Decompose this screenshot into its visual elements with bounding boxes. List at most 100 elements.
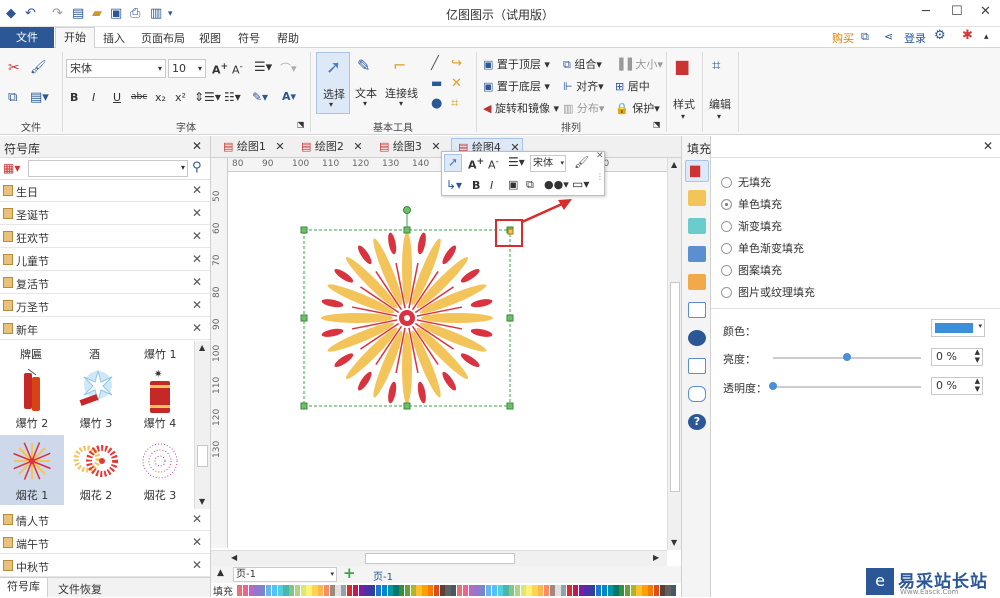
palette-swatch[interactable]	[399, 585, 405, 596]
palette-swatch[interactable]	[422, 585, 428, 596]
palette-swatch[interactable]	[601, 585, 608, 596]
transparency-slider-knob[interactable]	[769, 382, 777, 390]
close-category-icon[interactable]: ✕	[192, 252, 202, 266]
scroll-up-icon[interactable]: ▲	[671, 160, 677, 169]
palette-swatch[interactable]	[584, 585, 590, 596]
help-icon[interactable]: ?	[688, 414, 706, 430]
font-color-icon[interactable]: A▾	[282, 90, 296, 103]
tab-drawing-3[interactable]: ▤ 绘图3 ✕	[373, 138, 445, 158]
palette-swatch[interactable]	[428, 585, 434, 596]
palette-swatch[interactable]	[457, 585, 463, 596]
scroll-up-icon[interactable]: ▲	[199, 343, 205, 352]
palette-swatch[interactable]	[283, 585, 289, 596]
palette-swatch[interactable]	[595, 585, 602, 596]
ribbon-collapse-icon[interactable]: ▴	[984, 32, 989, 42]
crop-icon[interactable]: ⌗	[451, 96, 458, 111]
library-category-expanded[interactable]: 新年 ✕	[0, 318, 210, 340]
fill-panel-button[interactable]: ▆	[685, 160, 709, 182]
share-screen-icon[interactable]: ⧉	[861, 30, 869, 44]
palette-swatch[interactable]	[433, 585, 440, 596]
library-category[interactable]: 生日 ✕	[0, 180, 210, 202]
fill-option-4[interactable]: 单色渐变填充	[721, 240, 804, 256]
palette-swatch[interactable]	[659, 585, 665, 596]
page-select[interactable]: 页-1 ▾	[233, 567, 337, 582]
text-spacing-icon[interactable]: ⇕☰▾	[194, 90, 221, 104]
rotation-handle[interactable]	[403, 206, 411, 214]
minimize-icon[interactable]: ─	[922, 4, 930, 19]
palette-swatch[interactable]	[648, 585, 654, 596]
tab-symbol-library[interactable]: 符号库	[0, 578, 48, 597]
palette-swatch[interactable]	[567, 585, 573, 596]
buy-link[interactable]: 购买	[832, 30, 854, 46]
library-category[interactable]: 情人节 ✕	[0, 509, 210, 531]
size-button[interactable]: ▐▐ 大小▾	[615, 56, 663, 72]
close-category-icon[interactable]: ✕	[192, 298, 202, 312]
palette-swatch[interactable]	[468, 585, 474, 596]
palette-swatch[interactable]	[242, 585, 249, 596]
radio-button[interactable]	[721, 221, 732, 232]
shadow-panel-icon[interactable]	[688, 218, 706, 234]
palette-swatch[interactable]	[480, 585, 486, 596]
line-panel-icon[interactable]	[688, 190, 706, 206]
firework-shape[interactable]	[321, 232, 493, 404]
canvas-vertical-scrollbar[interactable]: ▲ ▼	[667, 158, 681, 550]
connector-tool-button[interactable]: ⌐ 连接线 ▾	[385, 52, 421, 114]
canvas-horizontal-scrollbar[interactable]: ◀ ▶	[211, 550, 667, 566]
library-category[interactable]: 圣诞节 ✕	[0, 203, 210, 225]
paragraph-align-icon[interactable]: ☰▾	[254, 60, 272, 75]
group-button[interactable]: ⧉ 组合▾	[563, 56, 602, 72]
mini-font-combo[interactable]: 宋体 ▾	[530, 155, 566, 172]
library-category[interactable]: 复活节 ✕	[0, 272, 210, 294]
menu-symbol[interactable]: 符号	[238, 30, 260, 46]
radio-button[interactable]	[721, 177, 732, 188]
library-scroll-thumb[interactable]	[197, 445, 208, 467]
copy-icon[interactable]: ⧉	[8, 90, 17, 105]
palette-swatch[interactable]	[549, 585, 555, 596]
fill-option-6[interactable]: 图片或纹理填充	[721, 284, 815, 300]
resize-handle-w[interactable]	[300, 314, 308, 322]
settings-gear-icon[interactable]: ⚙	[934, 28, 946, 43]
close-tab-icon[interactable]: ✕	[275, 140, 284, 153]
close-window-icon[interactable]: ✕	[980, 4, 991, 19]
cross-icon[interactable]: ✕	[451, 76, 462, 91]
palette-swatch[interactable]	[323, 585, 330, 596]
palette-swatch[interactable]	[561, 585, 567, 596]
palette-swatch[interactable]	[329, 585, 335, 596]
palette-swatch[interactable]	[590, 585, 596, 596]
palette-swatch[interactable]	[306, 585, 312, 596]
palette-swatch[interactable]	[665, 585, 671, 596]
symbol-firework-1[interactable]: 烟花 1	[0, 435, 64, 505]
palette-swatch[interactable]	[318, 585, 324, 596]
palette-swatch[interactable]	[555, 585, 561, 596]
transparency-input[interactable]: 0 % ▲ ▼	[931, 377, 983, 395]
palette-swatch[interactable]	[491, 585, 498, 596]
tab-file-recovery[interactable]: 文件恢复	[58, 581, 102, 597]
connector-style-icon[interactable]: ↳▾	[446, 178, 462, 192]
pointer-tool-icon[interactable]: ➚	[444, 154, 462, 172]
align-menu-icon[interactable]: ☰▾	[508, 155, 525, 169]
symbol-firecracker-3[interactable]: 爆竹 3	[64, 363, 128, 433]
page-panel-icon[interactable]	[688, 302, 706, 318]
palette-swatch[interactable]	[451, 585, 457, 596]
transparency-slider[interactable]	[773, 386, 921, 388]
fill-option-3[interactable]: 渐变填充	[721, 218, 782, 234]
subscript-icon[interactable]: x₂	[155, 91, 166, 104]
radio-button[interactable]	[721, 199, 732, 210]
menu-view[interactable]: 视图	[199, 30, 221, 46]
fill-color-icon[interactable]: ●●▾	[544, 178, 569, 191]
palette-swatch[interactable]	[578, 585, 584, 596]
palette-swatch[interactable]	[335, 585, 341, 596]
palette-swatch[interactable]	[347, 585, 353, 596]
line-spacing-icon[interactable]: ⌒▾	[280, 60, 297, 76]
scroll-down-icon[interactable]: ▼	[671, 538, 677, 547]
radio-button[interactable]	[721, 287, 732, 298]
palette-swatch[interactable]	[509, 585, 515, 596]
edit-button[interactable]: ⌗ 编辑 ▾	[706, 52, 736, 126]
palette-swatch[interactable]	[370, 585, 376, 596]
palette-swatch[interactable]	[607, 585, 613, 596]
palette-swatch[interactable]	[248, 585, 254, 596]
palette-swatch[interactable]	[671, 585, 677, 596]
palette-swatch[interactable]	[341, 585, 347, 596]
scroll-right-icon[interactable]: ▶	[653, 553, 659, 562]
rectangle-icon[interactable]: ▬	[431, 76, 442, 90]
